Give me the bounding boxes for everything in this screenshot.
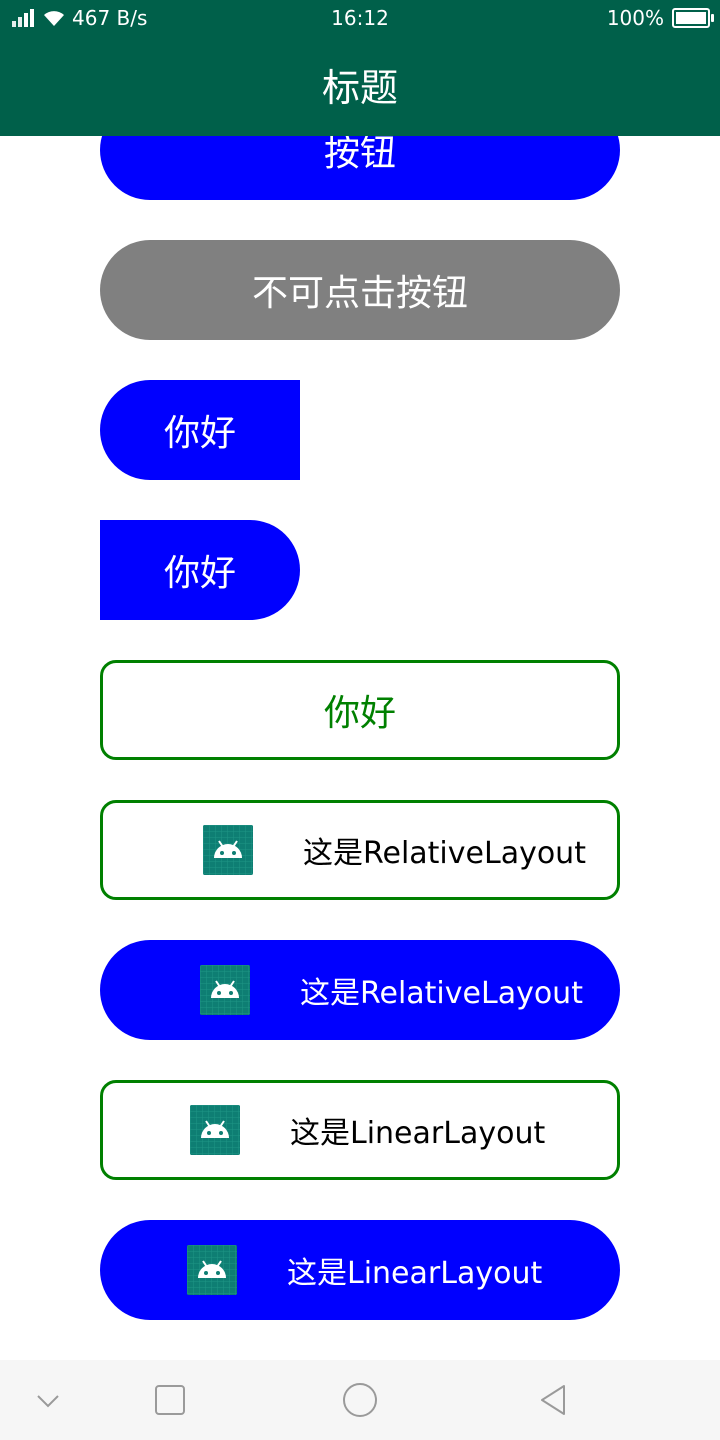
- navigation-bar: [0, 1360, 720, 1440]
- triangle-back-icon[interactable]: [534, 1380, 574, 1420]
- android-icon: [203, 825, 253, 875]
- hello-button-left-rounded[interactable]: 你好: [100, 380, 300, 480]
- content-scroll[interactable]: 按钮 不可点击按钮 你好 你好 你好 这是RelativeLayout 这是Re…: [0, 0, 720, 1360]
- hello-button-outlined-label: 你好: [323, 693, 396, 734]
- relative-layout-button-blue[interactable]: 这是RelativeLayout: [100, 940, 620, 1040]
- hello-button-outlined[interactable]: 你好: [100, 660, 620, 760]
- hello-button-left-label: 你好: [163, 413, 236, 454]
- disabled-button: 不可点击按钮: [100, 240, 620, 340]
- app-bar: 467 B/s 16:12 100% 标题: [0, 0, 720, 136]
- android-icon: [187, 1245, 237, 1295]
- chevron-down-icon[interactable]: [28, 1380, 68, 1420]
- page-title: 标题: [321, 66, 398, 110]
- hello-button-right-rounded[interactable]: 你好: [100, 520, 300, 620]
- hello-button-right-label: 你好: [163, 553, 236, 594]
- status-right: 100%: [606, 6, 714, 30]
- relative-layout-blue-label: 这是RelativeLayout: [300, 976, 583, 1011]
- linear-layout-button-blue[interactable]: 这是LinearLayout: [100, 1220, 620, 1320]
- relative-layout-button-outline[interactable]: 这是RelativeLayout: [100, 800, 620, 900]
- disabled-button-label: 不可点击按钮: [251, 273, 468, 314]
- screen: 按钮 不可点击按钮 你好 你好 你好 这是RelativeLayout 这是Re…: [0, 0, 720, 1440]
- linear-layout-outline-label: 这是LinearLayout: [290, 1116, 546, 1151]
- android-icon: [200, 965, 250, 1015]
- relative-layout-outline-label: 这是RelativeLayout: [303, 836, 586, 871]
- linear-layout-button-outline[interactable]: 这是LinearLayout: [100, 1080, 620, 1180]
- battery-icon: [672, 8, 714, 28]
- circle-icon[interactable]: [340, 1380, 380, 1420]
- status-bar: 467 B/s 16:12 100%: [0, 0, 720, 36]
- square-icon[interactable]: [150, 1380, 190, 1420]
- android-icon: [190, 1105, 240, 1155]
- battery-percent: 100%: [606, 6, 664, 30]
- linear-layout-blue-label: 这是LinearLayout: [287, 1256, 543, 1291]
